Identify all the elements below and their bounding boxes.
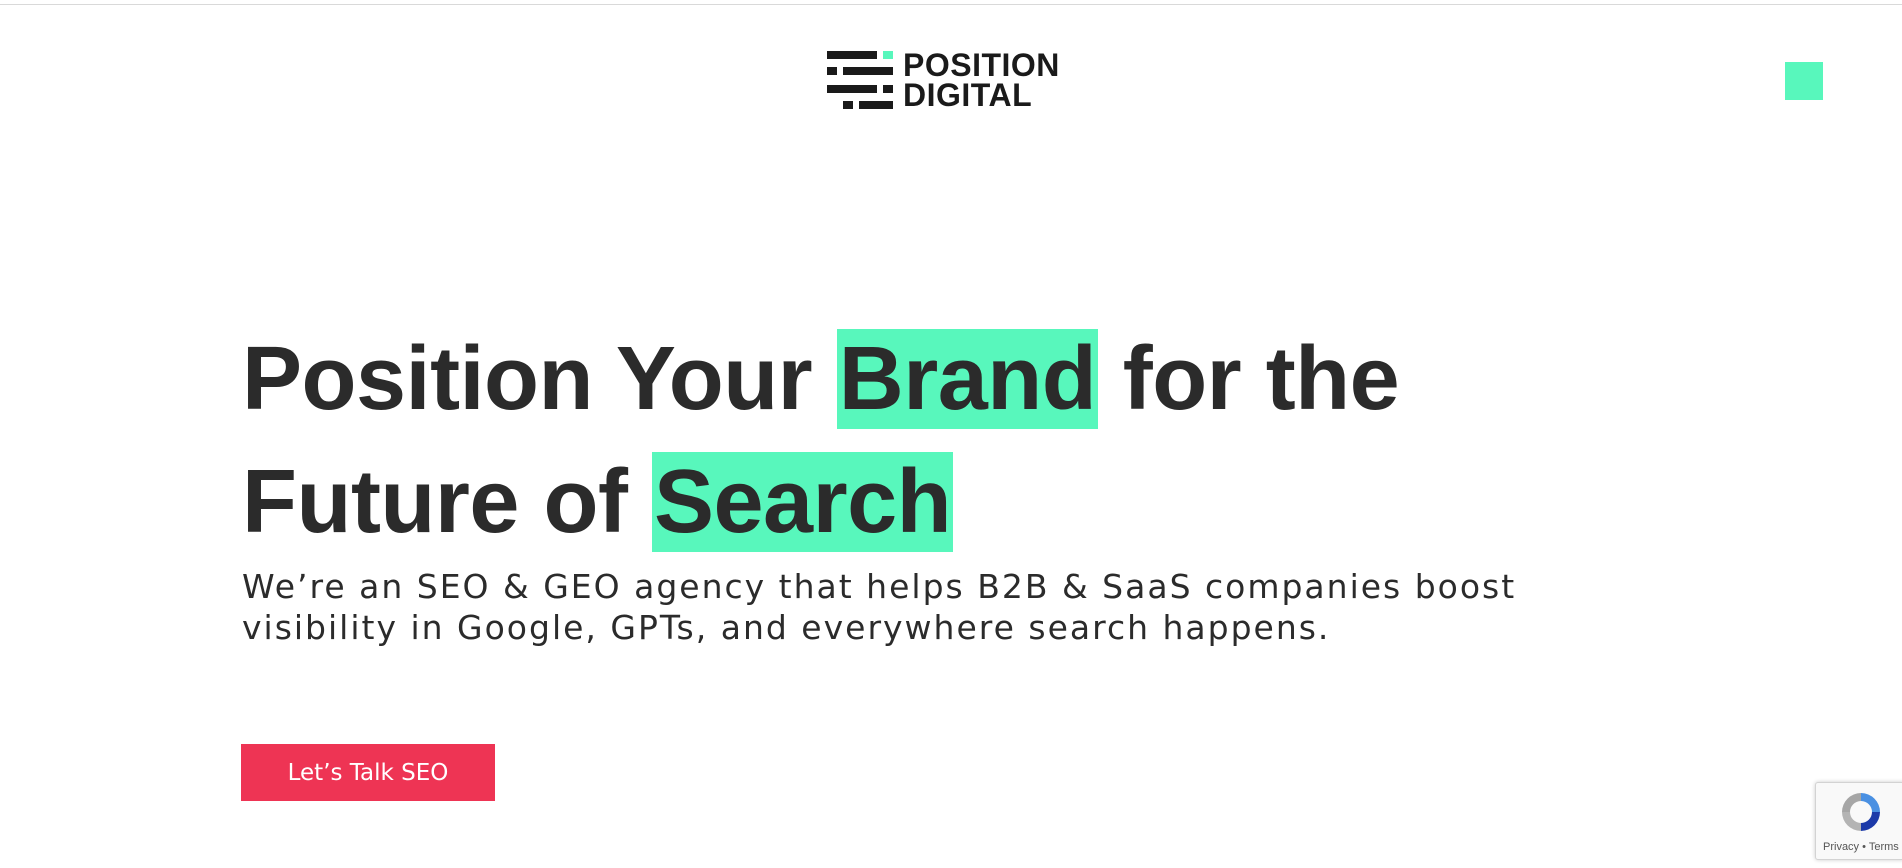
menu-toggle-button[interactable] (1785, 62, 1823, 100)
logo-wordmark: POSITION DIGITAL (903, 47, 1060, 113)
page: POSITION DIGITAL Position Your Brand for… (0, 0, 1902, 868)
headline-line-2: Future of Search (242, 441, 1399, 564)
site-logo[interactable]: POSITION DIGITAL (827, 47, 1060, 113)
privacy-link[interactable]: Privacy (1823, 841, 1859, 853)
logo-line-1: POSITION (903, 47, 1060, 83)
headline-text: Future of (242, 452, 652, 552)
hero-subtext: We’re an SEO & GEO agency that helps B2B… (242, 567, 1517, 647)
recaptcha-icon (1842, 793, 1880, 831)
position-digital-logo-icon (827, 51, 893, 109)
recaptcha-links: Privacy • Terms (1823, 841, 1899, 853)
terms-link[interactable]: Terms (1869, 841, 1899, 853)
top-divider (0, 4, 1902, 5)
link-separator: • (1859, 841, 1869, 853)
hero-headline: Position Your Brand for the Future of Se… (242, 318, 1400, 564)
headline-text: for the (1098, 329, 1400, 429)
recaptcha-badge[interactable]: Privacy • Terms (1815, 782, 1902, 860)
logo-line-2: DIGITAL (903, 77, 1033, 113)
headline-line-1: Position Your Brand for the (242, 318, 1400, 441)
lets-talk-seo-button[interactable]: Let’s Talk SEO (241, 744, 495, 801)
headline-text: Position Your (242, 329, 837, 429)
headline-highlight-brand: Brand (836, 329, 1099, 429)
headline-highlight-search: Search (651, 452, 954, 552)
